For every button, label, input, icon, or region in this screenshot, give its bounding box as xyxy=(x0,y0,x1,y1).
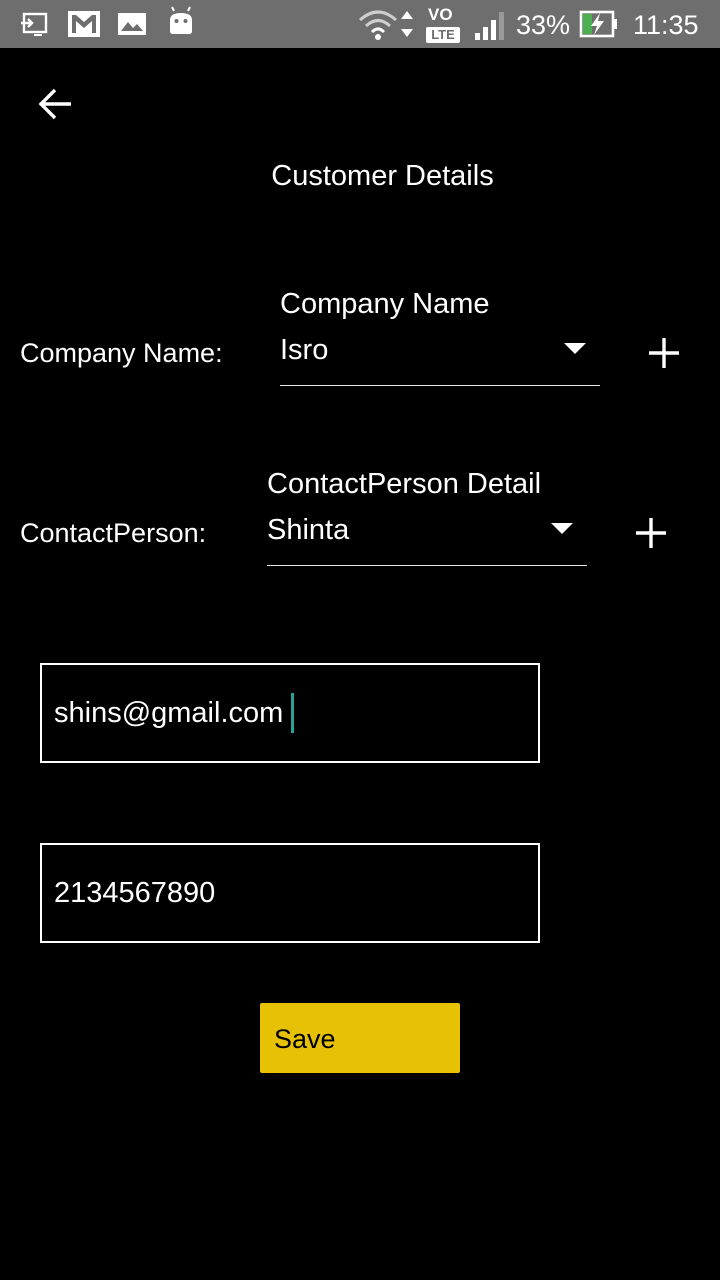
company-name-dropdown[interactable]: Company Name Isro xyxy=(280,288,600,388)
volte-top-label: VO xyxy=(428,5,453,24)
contact-person-label: ContactPerson: xyxy=(20,518,207,548)
arrow-left-icon xyxy=(38,88,71,120)
android-icon xyxy=(170,6,192,34)
add-contact-button[interactable] xyxy=(629,511,673,555)
contact-person-underline xyxy=(267,565,587,566)
company-name-hint: Company Name xyxy=(280,288,490,320)
plus-icon xyxy=(649,338,679,368)
contact-person-dropdown[interactable]: ContactPerson Detail Shinta xyxy=(267,468,587,568)
screen-cast-icon xyxy=(21,12,48,36)
add-company-button[interactable] xyxy=(642,331,686,375)
save-button[interactable]: Save xyxy=(260,1003,460,1073)
email-field[interactable] xyxy=(42,665,538,761)
clock: 11:35 xyxy=(633,10,699,40)
company-name-label: Company Name: xyxy=(20,338,223,368)
contact-person-value: Shinta xyxy=(267,514,350,546)
volte-badge: LTE xyxy=(426,27,460,43)
data-arrows-icon xyxy=(401,11,413,37)
back-button[interactable] xyxy=(24,76,88,132)
phone-field[interactable] xyxy=(42,845,538,941)
status-bar: VO LTE 33% 11:35 xyxy=(0,0,720,48)
customer-details-screen: VO LTE 33% 11:35 Customer Details Compan… xyxy=(0,0,720,1280)
battery-charging-icon xyxy=(579,10,617,38)
chevron-down-icon xyxy=(551,523,573,534)
gallery-icon xyxy=(118,13,146,35)
company-name-value: Isro xyxy=(280,334,329,366)
signal-icon xyxy=(475,12,504,40)
company-name-underline xyxy=(280,385,600,386)
chevron-down-icon xyxy=(564,343,586,354)
save-button-label: Save xyxy=(274,1024,336,1054)
text-cursor xyxy=(291,693,294,733)
page-title: Customer Details xyxy=(271,160,494,192)
contact-person-hint: ContactPerson Detail xyxy=(267,468,542,500)
email-field-box xyxy=(40,663,540,763)
battery-percent: 33% xyxy=(516,10,571,40)
phone-field-box xyxy=(40,843,540,943)
wifi-icon xyxy=(359,10,397,40)
gmail-icon xyxy=(68,11,100,37)
volte-icon: VO LTE xyxy=(426,0,462,48)
plus-icon xyxy=(636,518,666,548)
volte-bottom-label: LTE xyxy=(431,27,455,42)
